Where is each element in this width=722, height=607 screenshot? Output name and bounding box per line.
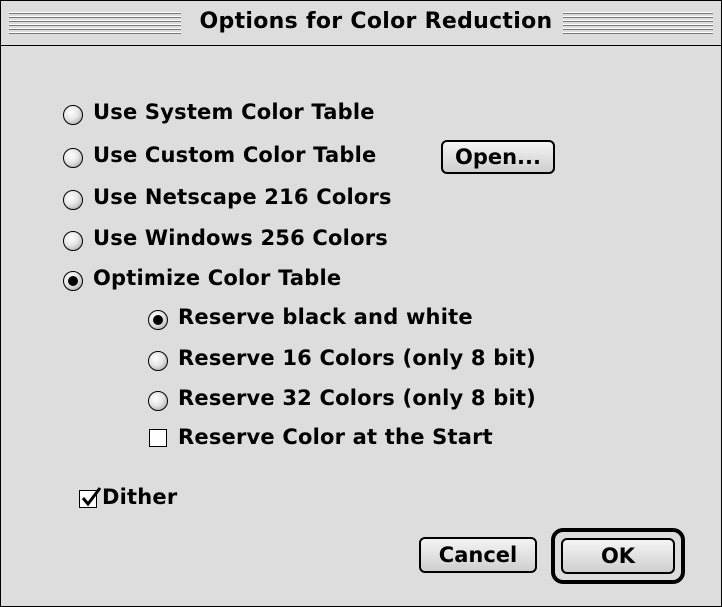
label-reserve-color-start[interactable]: Reserve Color at the Start: [178, 425, 493, 449]
checkbox-dither[interactable]: [79, 487, 102, 508]
radio-system-color-table[interactable]: [63, 105, 83, 125]
label-netscape-216-colors[interactable]: Use Netscape 216 Colors: [93, 185, 392, 209]
radio-reserve-32-colors[interactable]: [148, 391, 168, 411]
radio-selected-dot: [153, 315, 163, 325]
label-dither[interactable]: Dither: [102, 485, 177, 509]
label-reserve-black-white[interactable]: Reserve black and white: [178, 305, 473, 329]
checkbox-reserve-color-start[interactable]: [149, 429, 167, 447]
radio-netscape-216-colors[interactable]: [63, 190, 83, 210]
dialog-title: Options for Color Reduction: [191, 9, 561, 34]
radio-optimize-color-table[interactable]: [63, 271, 83, 291]
label-windows-256-colors[interactable]: Use Windows 256 Colors: [93, 226, 388, 250]
ok-button[interactable]: OK: [561, 538, 675, 574]
radio-selected-dot: [68, 276, 78, 286]
ok-default-ring: OK: [551, 528, 685, 584]
open-button[interactable]: Open...: [441, 140, 555, 174]
label-custom-color-table[interactable]: Use Custom Color Table: [93, 143, 376, 167]
radio-reserve-16-colors[interactable]: [148, 351, 168, 371]
title-stripes-left: [9, 12, 181, 34]
radio-reserve-black-white[interactable]: [148, 310, 168, 330]
cancel-button[interactable]: Cancel: [419, 537, 537, 573]
checkmark-icon: [81, 487, 102, 507]
color-reduction-dialog: Options for Color Reduction Use System C…: [0, 0, 722, 607]
label-reserve-16-colors[interactable]: Reserve 16 Colors (only 8 bit): [178, 346, 536, 370]
label-system-color-table[interactable]: Use System Color Table: [93, 100, 375, 124]
label-optimize-color-table[interactable]: Optimize Color Table: [93, 266, 341, 290]
radio-custom-color-table[interactable]: [63, 148, 83, 168]
title-bar[interactable]: Options for Color Reduction: [1, 1, 721, 46]
radio-windows-256-colors[interactable]: [63, 231, 83, 251]
label-reserve-32-colors[interactable]: Reserve 32 Colors (only 8 bit): [178, 386, 536, 410]
title-stripes-right: [563, 12, 713, 34]
